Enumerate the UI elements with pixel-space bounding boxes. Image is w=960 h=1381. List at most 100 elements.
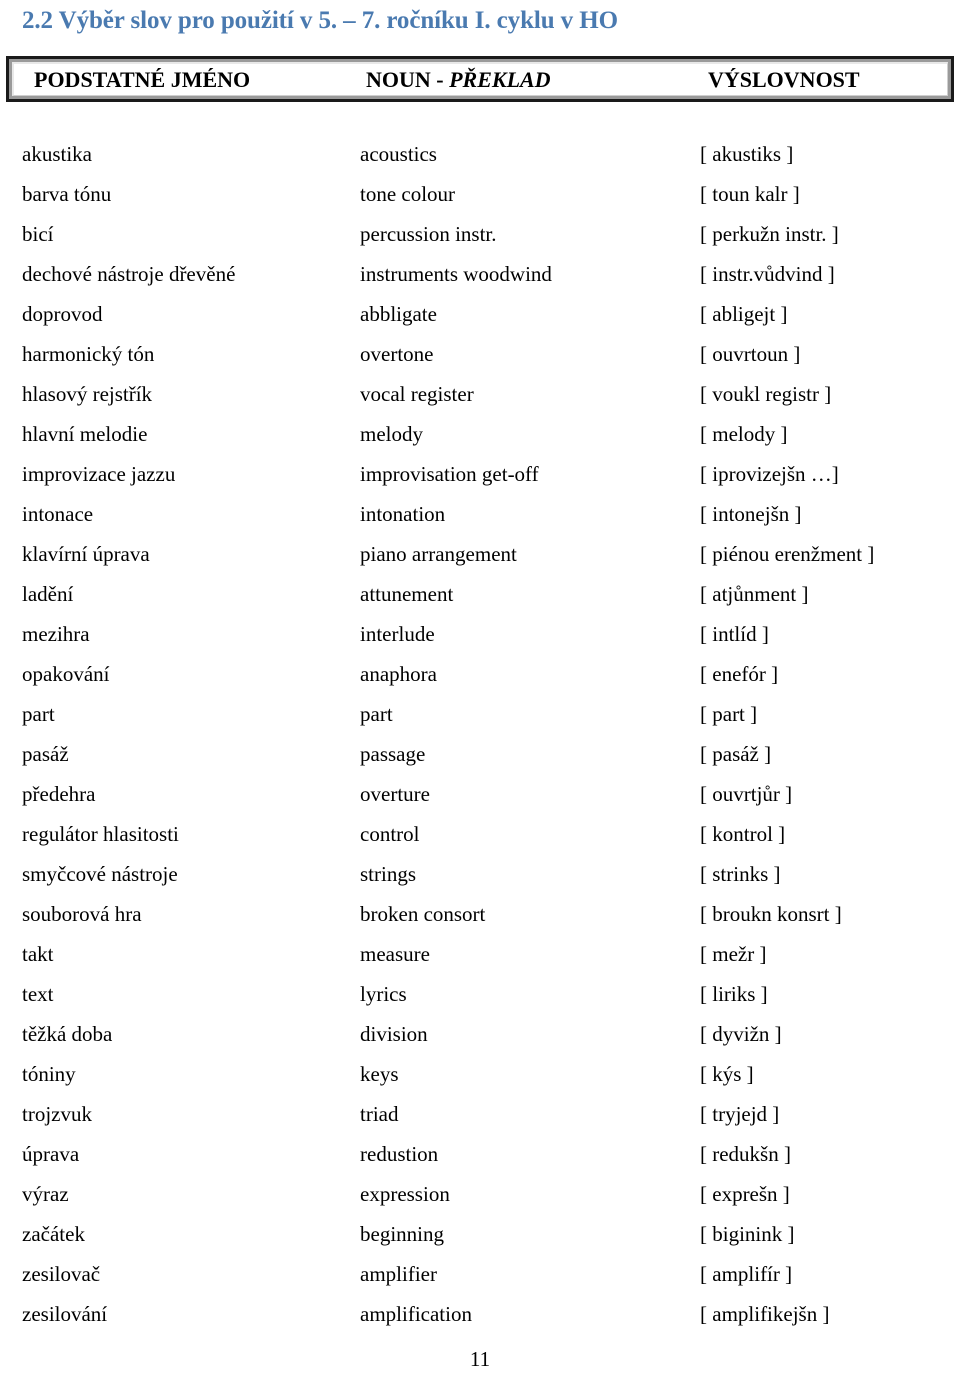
cell-czech-noun: trojzvuk bbox=[22, 1102, 92, 1126]
cell-english-translation: expression bbox=[360, 1182, 450, 1206]
table-row: souborová hra broken consort [ broukn kons… bbox=[0, 900, 960, 940]
cell-pronunciation: [ amplifikejšn ] bbox=[700, 1302, 830, 1326]
table-row: trojzvuk triad [ tryjejd ] bbox=[0, 1100, 960, 1140]
cell-czech-noun: text bbox=[22, 982, 54, 1006]
table-row: mezihra interlude [ intlíd ] bbox=[0, 620, 960, 660]
cell-pronunciation: [ biginink ] bbox=[700, 1222, 795, 1246]
column-header-noun-prefix: NOUN - bbox=[366, 66, 450, 92]
cell-pronunciation: [ toun kalr ] bbox=[700, 182, 800, 206]
column-header-preklad: PŘEKLAD bbox=[449, 66, 551, 92]
table-row: doprovod abbligate [ abligejt ] bbox=[0, 300, 960, 340]
table-row: opakování anaphora [ enefór ] bbox=[0, 660, 960, 700]
cell-english-translation: beginning bbox=[360, 1222, 444, 1246]
cell-pronunciation: [ strinks ] bbox=[700, 862, 781, 886]
cell-pronunciation: [ instr.vůdvind ] bbox=[700, 262, 835, 286]
cell-english-translation: redustion bbox=[360, 1142, 439, 1166]
cell-czech-noun: ladění bbox=[22, 582, 74, 606]
table-row: pasáž passage [ pasáž ] bbox=[0, 740, 960, 780]
cell-english-translation: amplifier bbox=[360, 1262, 437, 1286]
cell-pronunciation: [ piénou erenžment ] bbox=[700, 542, 875, 566]
cell-czech-noun: intonace bbox=[22, 502, 94, 526]
page-title: 2.2 Výběr slov pro použití v 5. – 7. roč… bbox=[22, 7, 618, 34]
cell-czech-noun: akustika bbox=[22, 142, 92, 166]
table-row: smyčcové nástroje strings [ strinks ] bbox=[0, 860, 960, 900]
cell-czech-noun: improvizace jazzu bbox=[22, 462, 176, 486]
cell-pronunciation: [ iprovizejšn …] bbox=[700, 462, 839, 486]
cell-czech-noun: part bbox=[22, 702, 55, 726]
cell-pronunciation: [ abligejt ] bbox=[700, 302, 788, 326]
table-row: barva tónu tone colour [ toun kalr ] bbox=[0, 180, 960, 220]
cell-czech-noun: harmonický tón bbox=[22, 342, 155, 366]
cell-english-translation: keys bbox=[360, 1062, 399, 1086]
table-row: bicí percussion instr. [ perkužn instr. ] bbox=[0, 220, 960, 260]
cell-czech-noun: barva tónu bbox=[22, 182, 112, 206]
cell-czech-noun: bicí bbox=[22, 222, 54, 246]
table-row: takt measure [ mežr ] bbox=[0, 940, 960, 980]
cell-czech-noun: předehra bbox=[22, 782, 96, 806]
cell-english-translation: passage bbox=[360, 742, 426, 766]
cell-english-translation: intonation bbox=[360, 502, 446, 526]
cell-pronunciation: [ pasáž ] bbox=[700, 742, 772, 766]
cell-pronunciation: [ enefór ] bbox=[700, 662, 779, 686]
cell-czech-noun: dechové nástroje dřevěné bbox=[22, 262, 236, 286]
cell-pronunciation: [ perkužn instr. ] bbox=[700, 222, 839, 246]
table-row: předehra overture [ ouvrtjůr ] bbox=[0, 780, 960, 820]
cell-czech-noun: úprava bbox=[22, 1142, 80, 1166]
cell-czech-noun: regulátor hlasitosti bbox=[22, 822, 179, 846]
table-row: výraz expression [ exprešn ] bbox=[0, 1180, 960, 1220]
cell-english-translation: triad bbox=[360, 1102, 399, 1126]
cell-czech-noun: zesilovač bbox=[22, 1262, 101, 1286]
cell-english-translation: strings bbox=[360, 862, 417, 886]
cell-pronunciation: [ mežr ] bbox=[700, 942, 767, 966]
cell-english-translation: anaphora bbox=[360, 662, 437, 686]
cell-pronunciation: [ melody ] bbox=[700, 422, 788, 446]
table-row: klavírní úprava piano arrangement [ piénou… bbox=[0, 540, 960, 580]
cell-czech-noun: tóniny bbox=[22, 1062, 76, 1086]
cell-english-translation: division bbox=[360, 1022, 428, 1046]
cell-czech-noun: začátek bbox=[22, 1222, 85, 1246]
document-page: 2.2 Výběr slov pro použití v 5. – 7. roč… bbox=[0, 0, 960, 1381]
table-row: úprava redustion [ redukšn ] bbox=[0, 1140, 960, 1180]
cell-english-translation: instruments woodwind bbox=[360, 262, 552, 286]
table-row: hlavní melodie melody [ melody ] bbox=[0, 420, 960, 460]
cell-english-translation: overture bbox=[360, 782, 430, 806]
table-row: začátek beginning [ biginink ] bbox=[0, 1220, 960, 1260]
cell-pronunciation: [ redukšn ] bbox=[700, 1142, 791, 1166]
column-header-pronunciation: VÝSLOVNOST bbox=[708, 66, 860, 92]
cell-czech-noun: doprovod bbox=[22, 302, 103, 326]
cell-pronunciation: [ kontrol ] bbox=[700, 822, 786, 846]
cell-pronunciation: [ akustiks ] bbox=[700, 142, 794, 166]
cell-pronunciation: [ tryjejd ] bbox=[700, 1102, 780, 1126]
table-row: tóniny keys [ kýs ] bbox=[0, 1060, 960, 1100]
cell-pronunciation: [ kýs ] bbox=[700, 1062, 754, 1086]
cell-czech-noun: takt bbox=[22, 942, 54, 966]
column-header-noun-translation: NOUN - PŘEKLAD bbox=[366, 67, 551, 93]
table-row: improvizace jazzu improvisation get-off [ … bbox=[0, 460, 960, 500]
cell-english-translation: measure bbox=[360, 942, 430, 966]
cell-english-translation: abbligate bbox=[360, 302, 437, 326]
cell-pronunciation: [ part ] bbox=[700, 702, 758, 726]
table-header-row: PODSTATNÉ JMÉNO NOUN - PŘEKLAD VÝSLOVNOS… bbox=[12, 62, 948, 96]
cell-czech-noun: hlavní melodie bbox=[22, 422, 148, 446]
table-row: dechové nástroje dřevěné instruments wood… bbox=[0, 260, 960, 300]
page-number: 11 bbox=[469, 1347, 491, 1371]
table-row: harmonický tón overtone [ ouvrtoun ] bbox=[0, 340, 960, 380]
cell-pronunciation: [ intonejšn ] bbox=[700, 502, 802, 526]
cell-english-translation: overtone bbox=[360, 342, 434, 366]
cell-english-translation: lyrics bbox=[360, 982, 407, 1006]
table-row: hlasový rejstřík vocal register [ voukl re… bbox=[0, 380, 960, 420]
cell-pronunciation: [ amplifír ] bbox=[700, 1262, 793, 1286]
cell-czech-noun: hlasový rejstřík bbox=[22, 382, 153, 406]
cell-english-translation: control bbox=[360, 822, 420, 846]
table-row: part part [ part ] bbox=[0, 700, 960, 740]
table-row: regulátor hlasitosti control [ kontrol ] bbox=[0, 820, 960, 860]
cell-czech-noun: opakování bbox=[22, 662, 110, 686]
cell-pronunciation: [ exprešn ] bbox=[700, 1182, 790, 1206]
cell-english-translation: vocal register bbox=[360, 382, 474, 406]
cell-pronunciation: [ ouvrtoun ] bbox=[700, 342, 801, 366]
cell-english-translation: piano arrangement bbox=[360, 542, 517, 566]
cell-english-translation: acoustics bbox=[360, 142, 437, 166]
cell-czech-noun: zesilování bbox=[22, 1302, 108, 1326]
cell-english-translation: melody bbox=[360, 422, 423, 446]
table-row: intonace intonation [ intonejšn ] bbox=[0, 500, 960, 540]
